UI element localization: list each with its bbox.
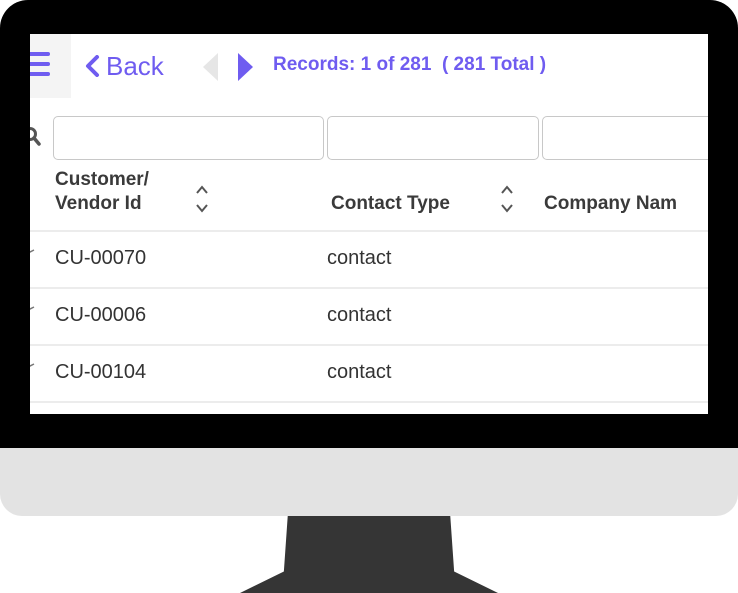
column-header-customer-id[interactable]: Customer/ Vendor Id (55, 168, 149, 216)
table-row[interactable]: CU-00070 contact (30, 230, 708, 287)
filter-row (30, 116, 708, 162)
contact-type-cell: contact (327, 304, 392, 326)
edit-icon[interactable] (30, 249, 36, 271)
records-count: Records: 1 of 281 ( 281 Total ) (273, 54, 547, 75)
filter-input-contact-type[interactable] (327, 116, 539, 160)
customer-id-cell: CU-00006 (55, 304, 147, 326)
edit-icon[interactable] (30, 306, 36, 328)
back-button[interactable]: Back (84, 51, 164, 81)
table-row[interactable] (30, 401, 708, 413)
menu-button[interactable] (30, 34, 71, 98)
filter-input-company-name[interactable] (542, 116, 708, 160)
customer-id-cell: CU-00104 (55, 361, 147, 383)
edit-icon[interactable] (30, 363, 36, 385)
column-header-contact-type[interactable]: Contact Type (331, 192, 450, 216)
table-row[interactable]: CU-00006 contact (30, 287, 708, 344)
app-screen: Back Records: 1 of 281 ( 281 Total ) Cus… (30, 34, 708, 414)
sort-icon[interactable] (194, 183, 210, 215)
contact-type-cell: contact (327, 247, 392, 269)
table-header: Customer/ Vendor Id Contact Type Company… (30, 166, 708, 230)
filter-input-customer-id[interactable] (53, 116, 324, 160)
table-row[interactable]: CU-00104 contact (30, 344, 708, 401)
prev-record-icon[interactable] (201, 52, 221, 82)
column-header-company-name[interactable]: Company Nam (544, 192, 677, 216)
toolbar: Back Records: 1 of 281 ( 281 Total ) (30, 34, 708, 98)
search-icon (30, 127, 41, 146)
back-label: Back (106, 50, 164, 81)
monitor-stand (240, 516, 498, 593)
menu-icon (30, 52, 50, 78)
chevron-left-icon (86, 55, 99, 77)
table-body: CU-00070 contact CU-00006 contact CU-001… (30, 230, 708, 413)
monitor-chin (0, 448, 738, 516)
contact-type-cell: contact (327, 361, 392, 383)
customer-id-cell: CU-00070 (55, 247, 147, 269)
sort-icon[interactable] (499, 183, 515, 215)
next-record-icon[interactable] (235, 52, 255, 82)
